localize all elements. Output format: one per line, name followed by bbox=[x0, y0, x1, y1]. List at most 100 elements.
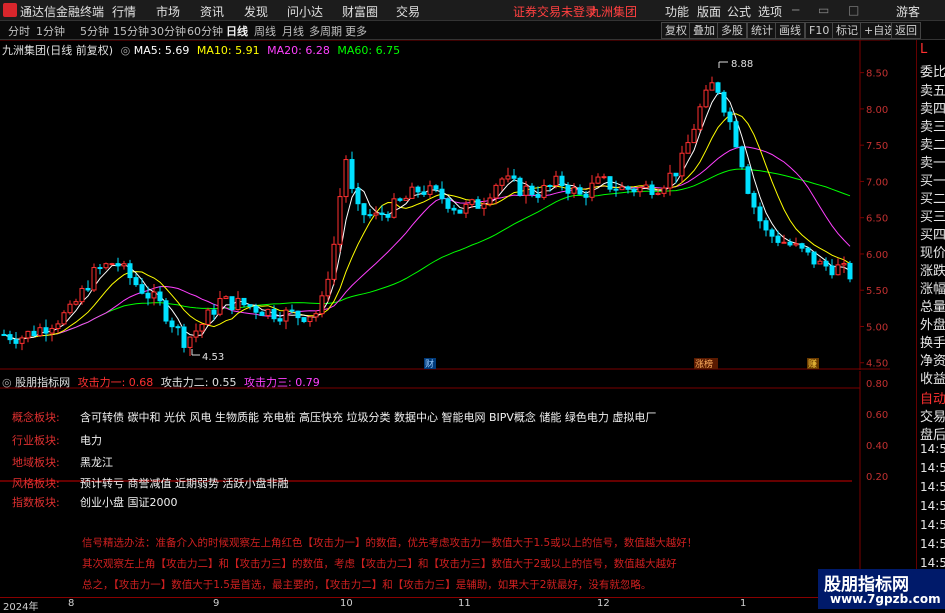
period-daily[interactable]: 日线 bbox=[226, 23, 248, 39]
period-weekly[interactable]: 周线 bbox=[254, 23, 276, 39]
candle-down bbox=[757, 206, 763, 222]
industry-label: 行业板块: bbox=[12, 434, 60, 447]
candle-down bbox=[475, 199, 481, 209]
watermark-url: www.7gpzb.com bbox=[830, 592, 941, 606]
menu-trade[interactable]: 交易 bbox=[396, 3, 420, 20]
after-hours-tab[interactable]: 盘后 bbox=[920, 424, 945, 443]
candle-up bbox=[835, 264, 841, 276]
candle-down bbox=[451, 207, 457, 211]
menu-function[interactable]: 功能 bbox=[665, 3, 689, 20]
event-marker-earn[interactable]: 赚 bbox=[808, 358, 817, 370]
candle-down bbox=[415, 186, 421, 193]
event-marker-finance[interactable]: 财 bbox=[425, 358, 434, 370]
candle-down bbox=[289, 309, 295, 312]
date-label-jan: 1 bbox=[740, 598, 747, 609]
style-value: 预计转亏 商誉减值 近期弱势 活跃小盘非融 bbox=[80, 477, 289, 490]
menu-discover[interactable]: 发现 bbox=[244, 3, 268, 20]
candle-up bbox=[595, 176, 601, 184]
region-value: 黑龙江 bbox=[80, 456, 113, 469]
auto-tab[interactable]: 自动 bbox=[920, 388, 945, 407]
date-axis: 2024年 8 9 10 11 12 1 bbox=[0, 597, 890, 613]
candle-down bbox=[565, 185, 571, 194]
quote-change: 涨跌 bbox=[920, 264, 945, 279]
candle-down bbox=[439, 188, 445, 200]
candle-up bbox=[121, 263, 127, 267]
candle-down bbox=[673, 172, 679, 177]
menu-ask[interactable]: 问小达 bbox=[287, 3, 323, 20]
candle-up bbox=[313, 313, 319, 318]
mark-button[interactable]: 标记 bbox=[832, 22, 862, 39]
period-5min[interactable]: 5分钟 bbox=[80, 23, 109, 39]
maximize-icon[interactable]: □ bbox=[848, 3, 859, 17]
stats-button[interactable]: 统计 bbox=[747, 22, 777, 39]
candle-up bbox=[541, 185, 547, 198]
period-tick[interactable]: 分时 bbox=[8, 23, 30, 39]
date-label-aug: 8 bbox=[68, 598, 75, 609]
quote-buy2: 买二 bbox=[920, 192, 945, 207]
trade-tab[interactable]: 交易 bbox=[920, 406, 945, 425]
quote-turnover: 换手 bbox=[920, 336, 945, 351]
app-title: 通达信金融终端 bbox=[20, 5, 105, 19]
menu-quotes[interactable]: 行情 bbox=[112, 3, 136, 20]
candle-down bbox=[607, 176, 613, 190]
ma60-line bbox=[3, 168, 851, 340]
candle-down bbox=[787, 241, 793, 246]
event-marker-rank[interactable]: 涨榜 bbox=[695, 358, 713, 370]
legend-toggle-icon[interactable]: ◎ bbox=[121, 44, 131, 57]
period-15min[interactable]: 15分钟 bbox=[113, 23, 149, 39]
back-button[interactable]: 返回 bbox=[891, 22, 921, 39]
candle-down bbox=[139, 284, 145, 294]
draw-line-button[interactable]: 画线 bbox=[775, 22, 805, 39]
period-multi[interactable]: 多周期 bbox=[309, 23, 342, 39]
period-monthly[interactable]: 月线 bbox=[282, 23, 304, 39]
guest-button[interactable]: 游客 bbox=[896, 3, 920, 20]
high-marker: 8.88 bbox=[718, 59, 753, 70]
multi-stock-button[interactable]: 多股 bbox=[717, 22, 747, 39]
minimize-icon[interactable]: ─ bbox=[792, 3, 799, 17]
signal-note-2: 其次观察左上角【攻击力二】和【攻击力三】的数值，考虑【攻击力二】和【攻击力三】数… bbox=[82, 558, 677, 570]
candle-up bbox=[193, 330, 199, 338]
candle-down bbox=[847, 262, 853, 280]
candle-up bbox=[469, 199, 475, 205]
kline-chart[interactable]: 8.50 8.00 7.50 7.00 6.50 6.00 5.50 5.00 4.50 8.8… bbox=[0, 40, 890, 370]
candle-down bbox=[445, 198, 451, 209]
quote-earnings: 收益 bbox=[920, 372, 945, 387]
login-status[interactable]: 证券交易未登录 bbox=[513, 3, 597, 20]
candle-down bbox=[559, 175, 565, 187]
indicator-toggle-icon[interactable]: ◎ bbox=[2, 376, 12, 389]
candle-up bbox=[391, 198, 397, 218]
indicator-tick-label: 0.40 bbox=[866, 441, 888, 452]
candle-down bbox=[529, 185, 535, 195]
candle-down bbox=[421, 191, 427, 195]
candle-up bbox=[553, 175, 559, 187]
period-1min[interactable]: 1分钟 bbox=[36, 23, 65, 39]
candle-down bbox=[811, 251, 817, 265]
menu-options[interactable]: 选项 bbox=[758, 3, 782, 20]
menu-formula[interactable]: 公式 bbox=[727, 3, 751, 20]
candle-up bbox=[73, 301, 79, 305]
restore-icon[interactable]: ▭ bbox=[818, 3, 829, 17]
menu-market[interactable]: 市场 bbox=[156, 3, 180, 20]
ma5-line bbox=[3, 92, 851, 340]
overlay-button[interactable]: 叠加 bbox=[689, 22, 719, 39]
low-price-label: 4.53 bbox=[202, 352, 224, 363]
concept-label: 概念板块: bbox=[12, 411, 60, 424]
candle-up bbox=[109, 263, 115, 266]
tick-time: 14:56 bbox=[920, 537, 945, 551]
period-30min[interactable]: 30分钟 bbox=[150, 23, 186, 39]
high-price-label: 8.88 bbox=[731, 59, 753, 70]
candle-down bbox=[631, 188, 637, 193]
menu-layout[interactable]: 版面 bbox=[697, 3, 721, 20]
candle-up bbox=[487, 197, 493, 205]
candle-down bbox=[367, 214, 373, 217]
candle-up bbox=[637, 187, 643, 193]
candle-down bbox=[169, 320, 175, 328]
adjust-button[interactable]: 复权 bbox=[661, 22, 691, 39]
menu-wealth[interactable]: 财富圈 bbox=[342, 3, 378, 20]
low-marker: 4.53 bbox=[191, 349, 224, 363]
period-60min[interactable]: 60分钟 bbox=[187, 23, 223, 39]
chart-title: 九洲集团(日线 前复权) bbox=[2, 44, 114, 57]
menu-news[interactable]: 资讯 bbox=[200, 3, 224, 20]
period-more[interactable]: 更多 bbox=[345, 23, 367, 39]
f10-button[interactable]: F10 bbox=[805, 22, 834, 39]
